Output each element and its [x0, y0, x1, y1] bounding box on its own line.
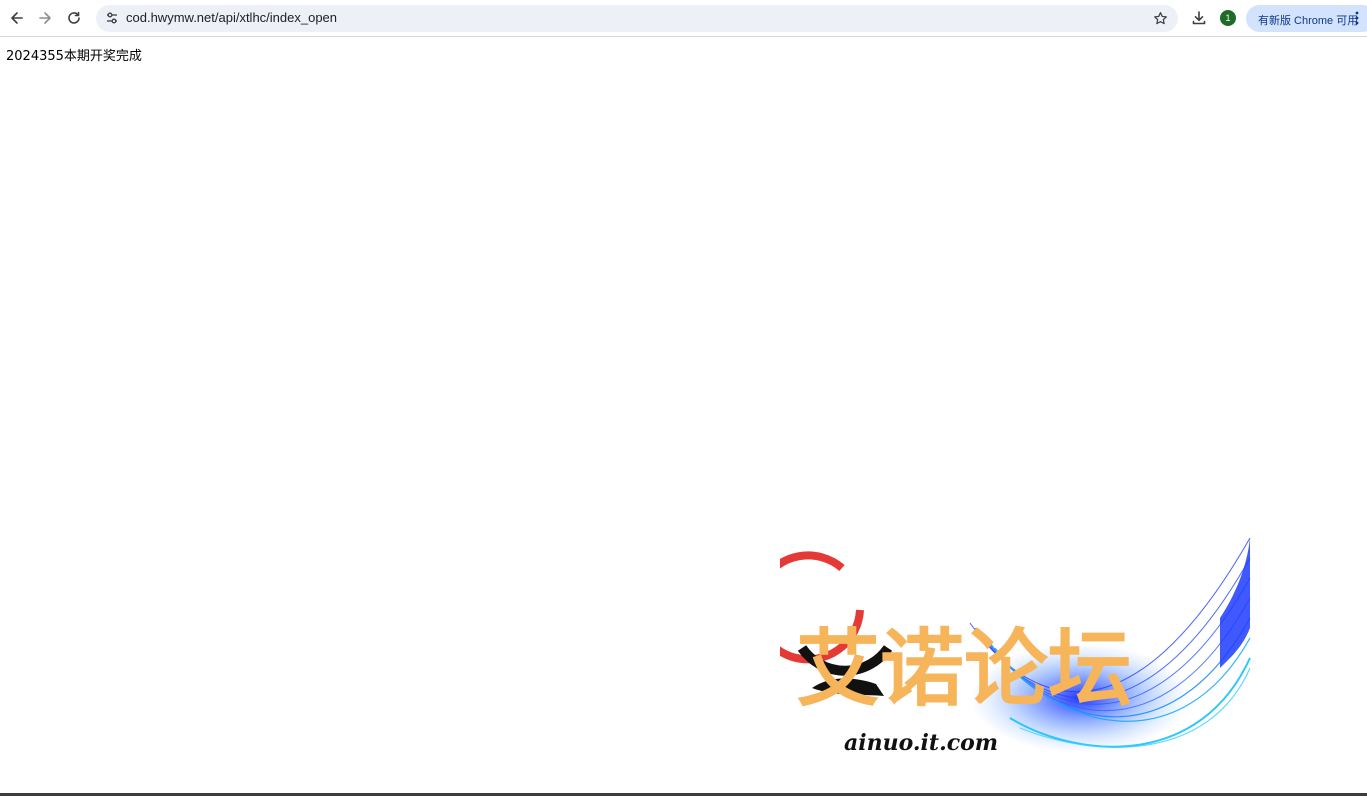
bookmark-button[interactable] — [1148, 6, 1172, 30]
arrow-right-icon — [39, 12, 51, 24]
arrow-left-icon — [11, 12, 23, 24]
watermark-logo: 艾诺论坛 ainuo.it.com — [780, 537, 1251, 756]
download-button[interactable] — [1185, 4, 1213, 32]
url-text[interactable]: cod.hwymw.net/api/xtlhc/index_open — [126, 10, 337, 25]
tune-icon — [107, 12, 117, 24]
download-icon — [1192, 11, 1206, 25]
star-icon — [1153, 11, 1167, 24]
forward-button[interactable] — [31, 4, 59, 32]
address-bar[interactable]: cod.hwymw.net/api/xtlhc/index_open — [96, 5, 1178, 32]
reload-icon — [68, 11, 80, 24]
site-info-button[interactable] — [100, 6, 124, 30]
reload-button[interactable] — [60, 4, 88, 32]
profile-avatar[interactable]: 1 — [1220, 10, 1236, 26]
more-vert-icon[interactable] — [1352, 10, 1362, 26]
logo-chinese-text: 艾诺论坛 — [796, 620, 1132, 718]
lottery-result-text: 2024355本期开奖完成 — [6, 49, 142, 64]
chrome-update-button[interactable]: 有新版 Chrome 可用 — [1246, 5, 1367, 32]
browser-toolbar: cod.hwymw.net/api/xtlhc/index_open 1 有新版… — [0, 0, 1367, 37]
logo-url-text: ainuo.it.com — [844, 730, 998, 756]
page-content: 2024355本期开奖完成 艾诺论坛 ainuo.it.com — [0, 38, 1367, 793]
back-button[interactable] — [3, 4, 31, 32]
chrome-update-label: 有新版 Chrome 可用 — [1258, 15, 1359, 27]
